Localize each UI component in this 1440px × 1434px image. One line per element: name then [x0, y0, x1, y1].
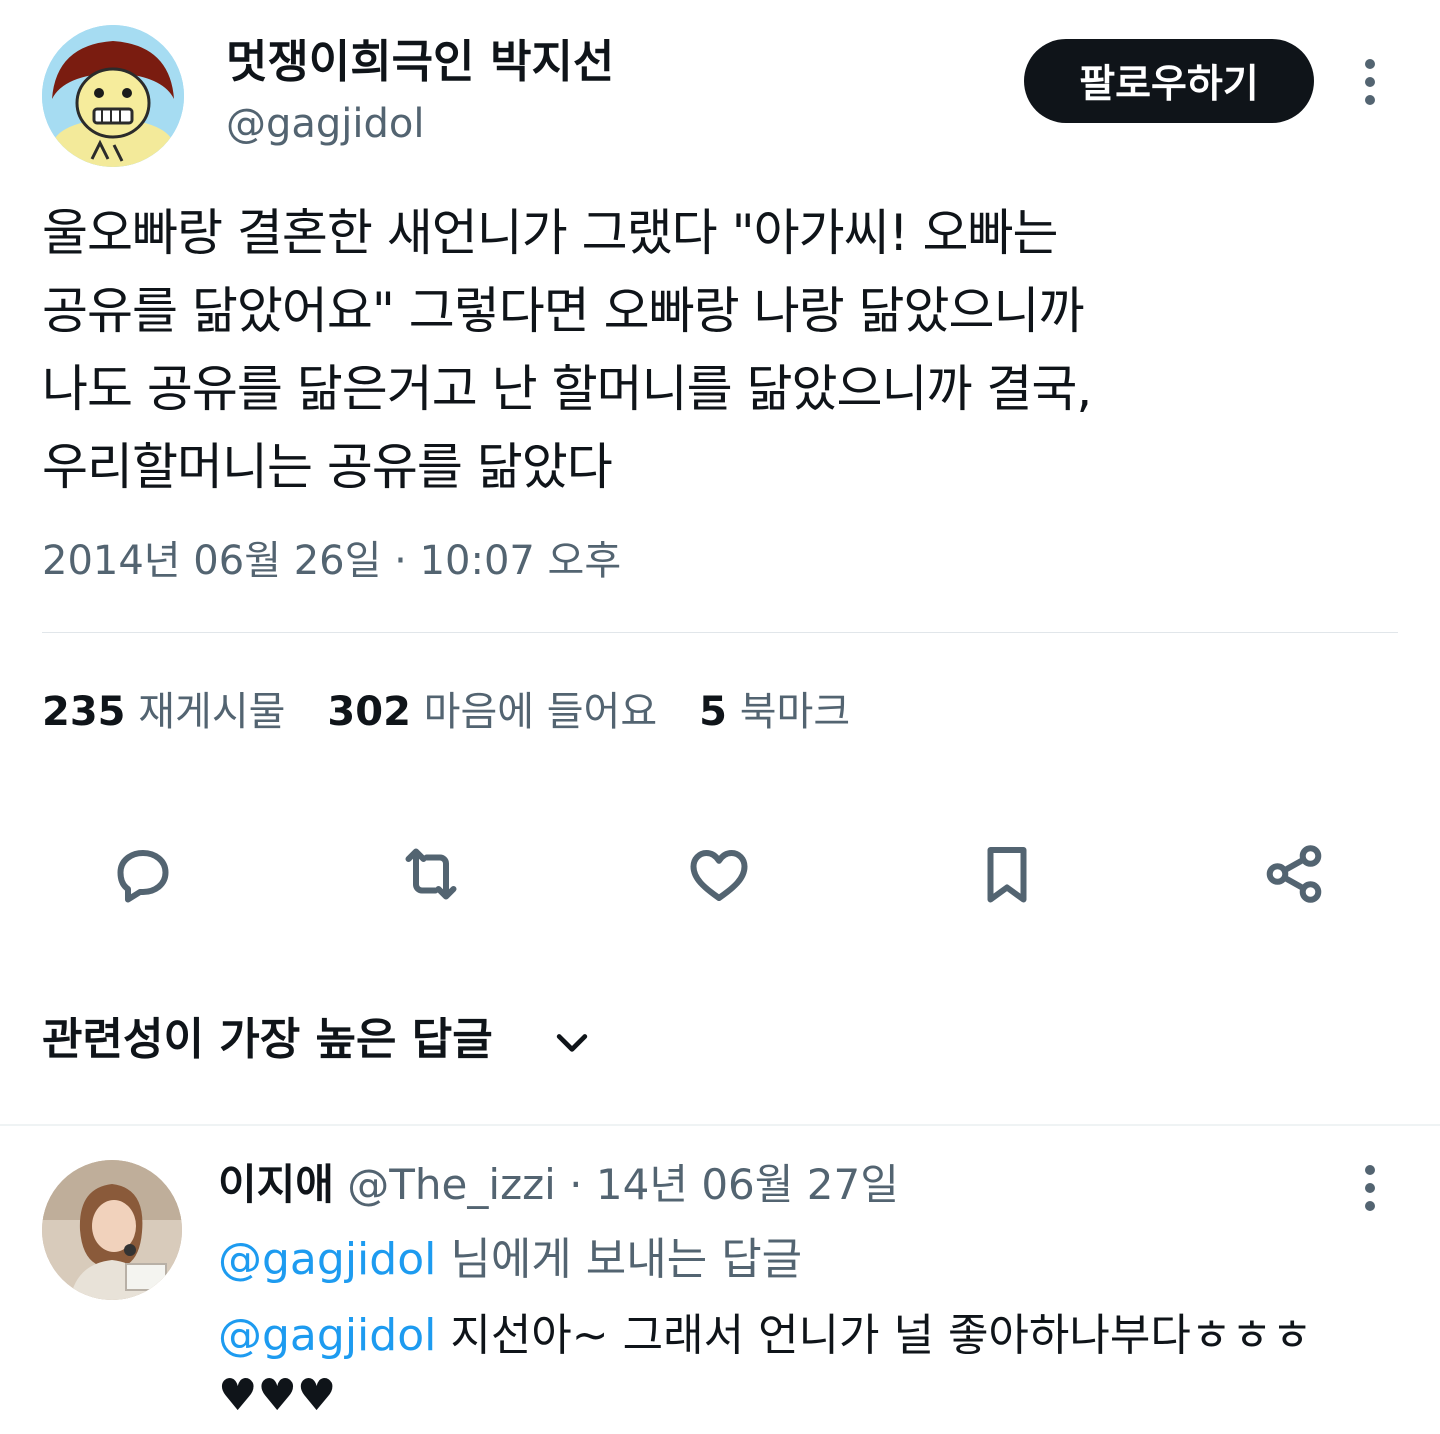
author-avatar[interactable] — [42, 25, 184, 167]
bookmark-icon — [987, 847, 1027, 903]
reply-author-avatar[interactable] — [42, 1160, 182, 1300]
bookmark-stat[interactable]: 5 북마크 — [699, 684, 850, 740]
like-stat[interactable]: 302 마음에 들어요 — [327, 684, 657, 740]
chevron-down-icon[interactable] — [550, 1020, 594, 1064]
divider — [42, 632, 1398, 633]
tweet-timestamp[interactable]: 2014년 06월 26일 · 10:07 오후 — [42, 534, 621, 588]
reply-button[interactable] — [103, 834, 183, 914]
tweet-text: 울오빠랑 결혼한 새언니가 그랬다 "아가씨! 오빠는 공유를 닮았어요" 그렇… — [42, 204, 1092, 496]
author-handle[interactable]: @gagjidol — [226, 98, 425, 150]
reply-author-name[interactable]: 이지애 — [218, 1160, 334, 1209]
retweet-button[interactable] — [391, 834, 471, 914]
bookmark-count: 5 — [699, 689, 727, 735]
reply-header: 이지애 @The_izzi · 14년 06월 27일 — [218, 1156, 899, 1214]
follow-button[interactable]: 팔로우하기 — [1024, 39, 1314, 123]
divider — [0, 1124, 1440, 1126]
reply-mention[interactable]: @gagjidol — [218, 1310, 436, 1361]
share-icon — [1266, 845, 1322, 903]
bookmark-label: 북마크 — [739, 689, 851, 735]
bookmark-button[interactable] — [967, 834, 1047, 914]
retweet-label: 재게시물 — [138, 689, 286, 735]
more-options-icon[interactable] — [1352, 56, 1388, 108]
like-count: 302 — [327, 689, 411, 735]
like-icon — [690, 850, 748, 901]
replying-to-mention[interactable]: @gagjidol — [218, 1234, 436, 1285]
reply-more-options-icon[interactable] — [1352, 1162, 1388, 1214]
replies-sort-label[interactable]: 관련성이 가장 높은 답글 — [42, 1010, 493, 1070]
reply-date[interactable]: · 14년 06월 27일 — [556, 1160, 899, 1209]
author-display-name[interactable]: 멋쟁이희극인 박지선 — [226, 34, 614, 90]
like-label: 마음에 들어요 — [423, 689, 658, 735]
reply-text: @gagjidol 지선아~ 그래서 언니가 널 좋아하나부다ㅎㅎㅎ ♥♥♥ — [218, 1306, 1398, 1426]
cartoon-avatar-image — [42, 25, 184, 167]
photo-avatar-image — [42, 1160, 182, 1300]
reply-author-handle[interactable]: @The_izzi — [347, 1160, 556, 1209]
tweet-stats: 235 재게시물 302 마음에 들어요 5 북마크 — [42, 684, 892, 740]
replying-to: @gagjidol 님에게 보내는 답글 — [218, 1230, 802, 1290]
like-button[interactable] — [679, 834, 759, 914]
reply-icon — [117, 850, 169, 903]
replying-to-suffix: 님에게 보내는 답글 — [436, 1234, 803, 1285]
retweet-count: 235 — [42, 689, 126, 735]
retweet-icon — [405, 848, 457, 900]
retweet-stat[interactable]: 235 재게시물 — [42, 684, 285, 740]
share-button[interactable] — [1254, 834, 1334, 914]
